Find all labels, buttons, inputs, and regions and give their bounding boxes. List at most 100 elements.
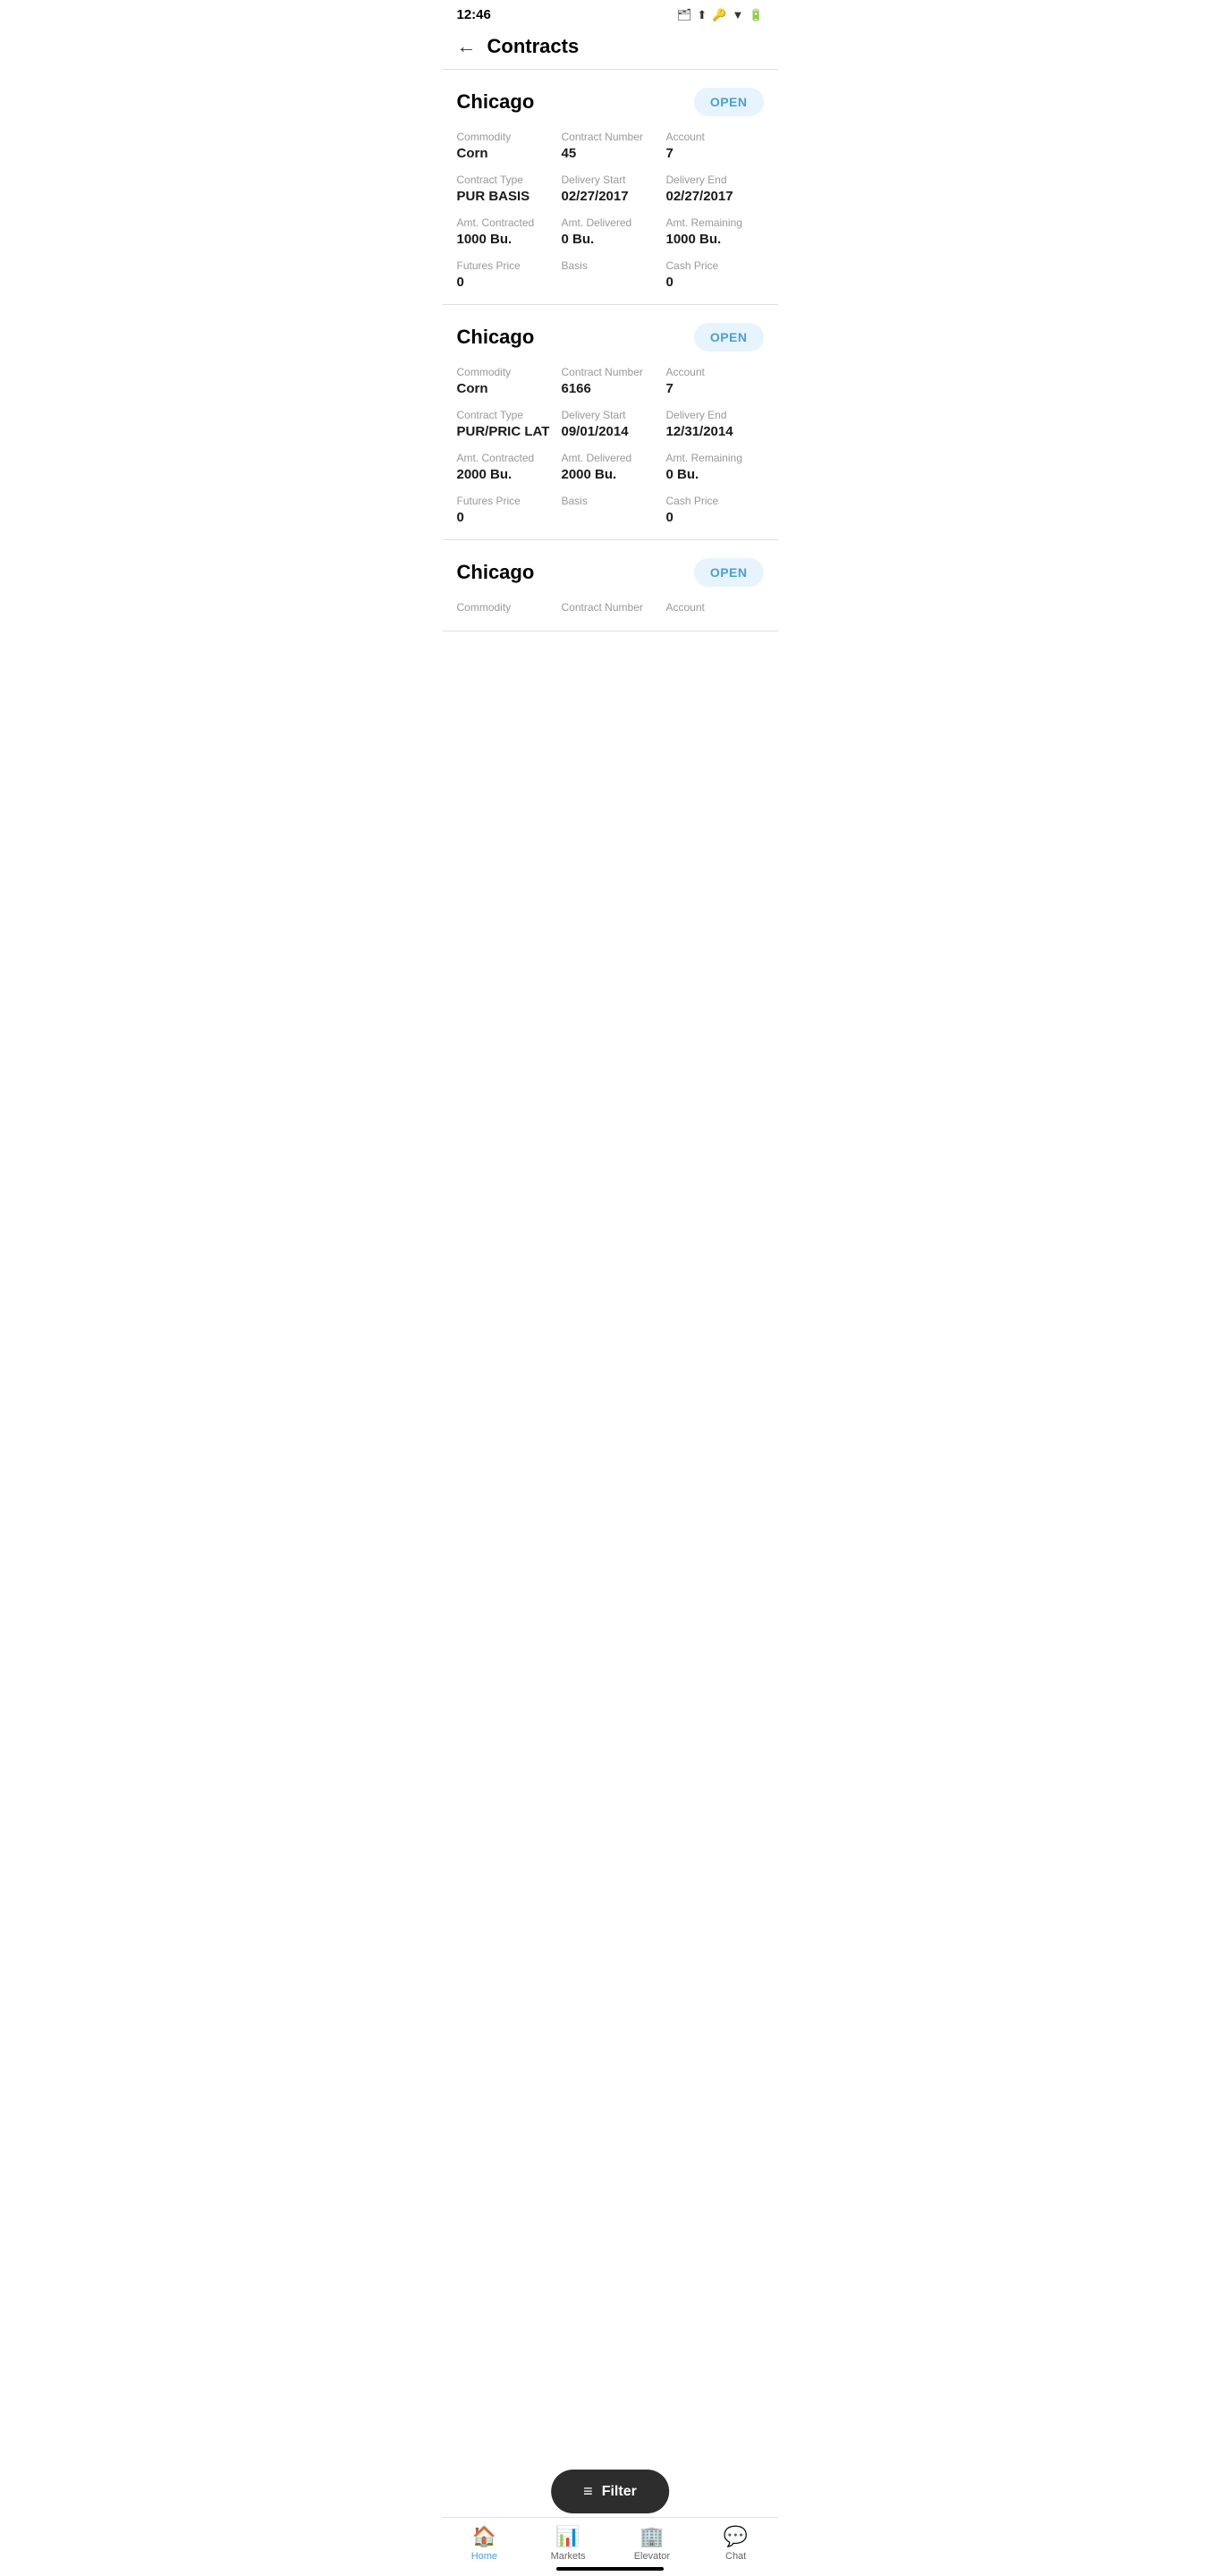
- key-icon: 🔑: [712, 8, 726, 22]
- contract-grid-1: Commodity Corn Contract Number 45 Accoun…: [457, 131, 764, 290]
- field-amt-delivered-2: Amt. Delivered 2000 Bu.: [562, 452, 659, 482]
- contract-status-2[interactable]: OPEN: [694, 323, 764, 352]
- contract-card-1: Chicago OPEN Commodity Corn Contract Num…: [443, 70, 778, 305]
- contract-type-value-2: PUR/PRIC LAT: [457, 424, 555, 439]
- chat-icon: 💬: [724, 2525, 748, 2548]
- sim-icon: 🗂: [677, 8, 692, 22]
- field-amt-remaining-1: Amt. Remaining 1000 Bu.: [666, 216, 764, 247]
- commodity-label-3: Commodity: [457, 601, 555, 614]
- commodity-label-1: Commodity: [457, 131, 555, 143]
- field-cash-price-2: Cash Price 0: [666, 495, 764, 525]
- futures-price-value-1: 0: [457, 275, 555, 290]
- amt-delivered-label-1: Amt. Delivered: [562, 216, 659, 229]
- nav-label-chat: Chat: [725, 2551, 746, 2562]
- status-time: 12:46: [457, 7, 491, 22]
- contract-grid-2: Commodity Corn Contract Number 6166 Acco…: [457, 366, 764, 525]
- amt-delivered-value-2: 2000 Bu.: [562, 467, 659, 482]
- filter-button[interactable]: ≡ Filter: [551, 2470, 669, 2513]
- account-label-1: Account: [666, 131, 764, 143]
- commodity-label-2: Commodity: [457, 366, 555, 378]
- field-futures-price-1: Futures Price 0: [457, 259, 555, 290]
- field-delivery-end-1: Delivery End 02/27/2017: [666, 174, 764, 204]
- amt-contracted-value-1: 1000 Bu.: [457, 232, 555, 247]
- field-account-2: Account 7: [666, 366, 764, 396]
- nav-item-elevator[interactable]: 🏢 Elevator: [625, 2525, 679, 2562]
- delivery-start-value-2: 09/01/2014: [562, 424, 659, 439]
- contract-location-1: Chicago: [457, 90, 535, 114]
- amt-contracted-label-1: Amt. Contracted: [457, 216, 555, 229]
- field-delivery-end-2: Delivery End 12/31/2014: [666, 409, 764, 439]
- cash-price-label-1: Cash Price: [666, 259, 764, 272]
- status-bar: 12:46 🗂 ⬆ 🔑 ▼ 🔋: [443, 0, 778, 26]
- cash-price-label-2: Cash Price: [666, 495, 764, 507]
- contract-header-3: Chicago OPEN: [457, 558, 764, 587]
- amt-remaining-label-2: Amt. Remaining: [666, 452, 764, 464]
- amt-contracted-value-2: 2000 Bu.: [457, 467, 555, 482]
- futures-price-label-2: Futures Price: [457, 495, 555, 507]
- field-commodity-1: Commodity Corn: [457, 131, 555, 161]
- nav-label-markets: Markets: [551, 2551, 586, 2562]
- contract-header-1: Chicago OPEN: [457, 88, 764, 116]
- field-contract-type-2: Contract Type PUR/PRIC LAT: [457, 409, 555, 439]
- field-account-1: Account 7: [666, 131, 764, 161]
- nav-label-elevator: Elevator: [634, 2551, 670, 2562]
- futures-price-label-1: Futures Price: [457, 259, 555, 272]
- delivery-start-value-1: 02/27/2017: [562, 189, 659, 204]
- amt-delivered-label-2: Amt. Delivered: [562, 452, 659, 464]
- delivery-end-value-2: 12/31/2014: [666, 424, 764, 439]
- field-commodity-3: Commodity: [457, 601, 555, 616]
- delivery-end-label-2: Delivery End: [666, 409, 764, 421]
- nav-item-chat[interactable]: 💬 Chat: [709, 2525, 763, 2562]
- contract-number-label-2: Contract Number: [562, 366, 659, 378]
- delivery-end-value-1: 02/27/2017: [666, 189, 764, 204]
- status-icons: 🗂 ⬆ 🔑 ▼ 🔋: [677, 8, 764, 22]
- commodity-value-2: Corn: [457, 381, 555, 396]
- basis-label-2: Basis: [562, 495, 659, 507]
- account-value-1: 7: [666, 146, 764, 161]
- field-basis-1: Basis: [562, 259, 659, 290]
- filter-label: Filter: [602, 2484, 637, 2500]
- filter-icon: ≡: [583, 2482, 593, 2501]
- field-amt-remaining-2: Amt. Remaining 0 Bu.: [666, 452, 764, 482]
- cash-price-value-1: 0: [666, 275, 764, 290]
- delivery-start-label-2: Delivery Start: [562, 409, 659, 421]
- contract-location-3: Chicago: [457, 561, 535, 584]
- contract-grid-3: Commodity Contract Number Account: [457, 601, 764, 616]
- avast-icon: ⬆: [697, 8, 707, 22]
- contracts-list: Chicago OPEN Commodity Corn Contract Num…: [443, 70, 778, 703]
- delivery-start-label-1: Delivery Start: [562, 174, 659, 186]
- field-contract-number-2: Contract Number 6166: [562, 366, 659, 396]
- field-cash-price-1: Cash Price 0: [666, 259, 764, 290]
- contract-type-label-1: Contract Type: [457, 174, 555, 186]
- field-delivery-start-1: Delivery Start 02/27/2017: [562, 174, 659, 204]
- field-account-3: Account: [666, 601, 764, 616]
- commodity-value-1: Corn: [457, 146, 555, 161]
- elevator-icon: 🏢: [640, 2525, 664, 2548]
- back-button[interactable]: ←: [457, 35, 477, 58]
- contract-type-value-1: PUR BASIS: [457, 189, 555, 204]
- wifi-icon: ▼: [732, 8, 743, 21]
- contract-header-2: Chicago OPEN: [457, 323, 764, 352]
- battery-icon: 🔋: [749, 8, 763, 22]
- nav-label-home: Home: [471, 2551, 497, 2562]
- futures-price-value-2: 0: [457, 510, 555, 525]
- account-label-2: Account: [666, 366, 764, 378]
- field-contract-number-3: Contract Number: [562, 601, 659, 616]
- home-icon: 🏠: [472, 2525, 496, 2548]
- field-amt-contracted-2: Amt. Contracted 2000 Bu.: [457, 452, 555, 482]
- amt-remaining-label-1: Amt. Remaining: [666, 216, 764, 229]
- contract-card-2: Chicago OPEN Commodity Corn Contract Num…: [443, 305, 778, 540]
- contract-status-3[interactable]: OPEN: [694, 558, 764, 587]
- field-amt-delivered-1: Amt. Delivered 0 Bu.: [562, 216, 659, 247]
- nav-item-markets[interactable]: 📊 Markets: [541, 2525, 595, 2562]
- field-contract-type-1: Contract Type PUR BASIS: [457, 174, 555, 204]
- account-label-3: Account: [666, 601, 764, 614]
- amt-remaining-value-2: 0 Bu.: [666, 467, 764, 482]
- nav-item-home[interactable]: 🏠 Home: [457, 2525, 511, 2562]
- contract-number-label-1: Contract Number: [562, 131, 659, 143]
- home-indicator: [556, 2567, 664, 2571]
- account-value-2: 7: [666, 381, 764, 396]
- basis-label-1: Basis: [562, 259, 659, 272]
- amt-contracted-label-2: Amt. Contracted: [457, 452, 555, 464]
- contract-status-1[interactable]: OPEN: [694, 88, 764, 116]
